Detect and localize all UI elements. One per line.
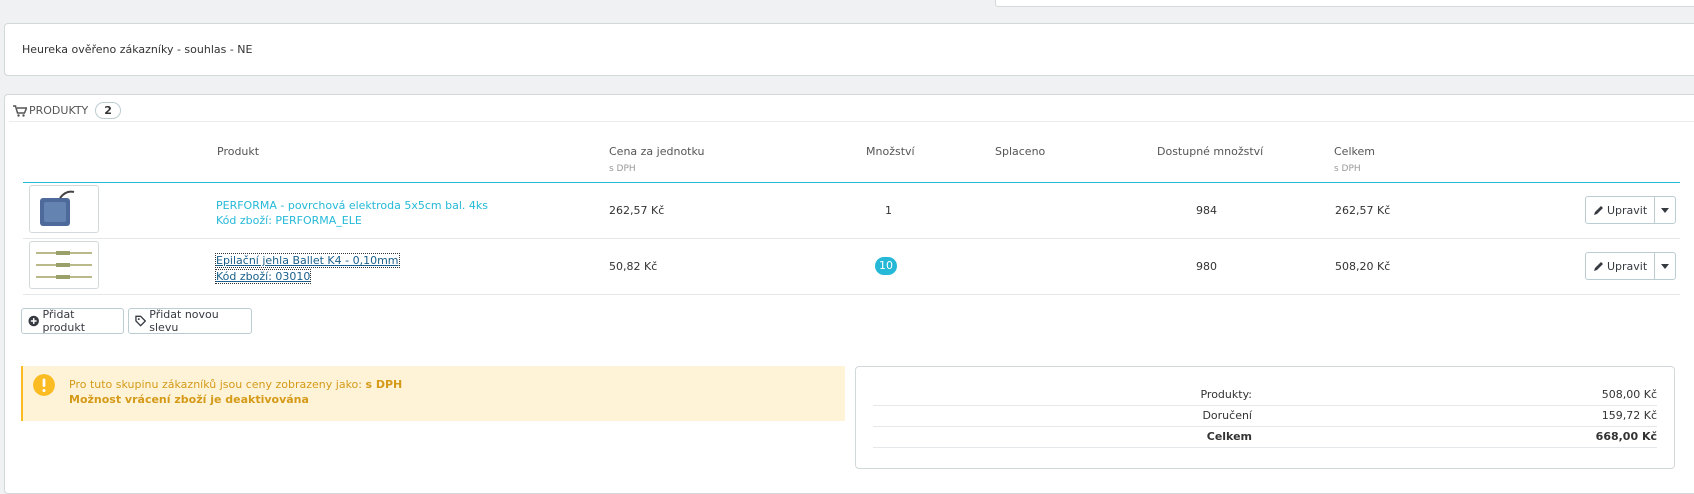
electrode-image (40, 190, 75, 226)
col-header-paid: Splaceno (995, 145, 1046, 158)
delivery-value: 159,72 Kč (1601, 409, 1657, 422)
heading-divider (9, 121, 1694, 122)
totals-row-products: Produkty: 508,00 Kč (873, 385, 1657, 406)
edit-dropdown-toggle[interactable] (1655, 197, 1675, 223)
grand-total-value: 668,00 Kč (1595, 430, 1657, 443)
total-cell: 262,57 Kč (1335, 204, 1391, 217)
col-header-total-sub: s DPH (1334, 164, 1361, 174)
row-divider (23, 294, 1680, 295)
table-row: Epilační jehla Ballet K4 - 0,10mm Kód zb… (214, 253, 400, 285)
available-cell: 980 (1196, 260, 1217, 273)
unit-price-cell: 262,57 Kč (609, 204, 665, 217)
add-product-button[interactable]: Přidat produkt (21, 308, 124, 334)
quantity-badge: 10 (875, 257, 897, 275)
col-header-unit-price: Cena za jednotku s DPH (609, 145, 705, 174)
col-header-quantity: Množství (866, 145, 915, 158)
product-name-link[interactable]: Epilační jehla Ballet K4 - 0,10mm (215, 253, 400, 268)
tags-icon (135, 315, 147, 327)
edit-button-group: Upravit (1585, 252, 1677, 280)
exclamation-icon (33, 374, 55, 396)
col-header-total: Celkem s DPH (1334, 145, 1375, 174)
total-cell: 508,20 Kč (1335, 260, 1391, 273)
heureka-panel: Heureka ověřeno zákazníky - souhlas - NE (4, 23, 1694, 76)
alert-price-mode: s DPH (365, 378, 403, 391)
cart-icon (13, 104, 27, 117)
add-discount-button[interactable]: Přidat novou slevu (128, 308, 252, 334)
totals-row-delivery: Doručení 159,72 Kč (873, 406, 1657, 427)
top-panel-edge (995, 0, 1694, 7)
needle-image (36, 251, 92, 279)
delivery-label: Doručení (1202, 409, 1252, 422)
products-count-badge: 2 (95, 102, 121, 119)
products-title: PRODUKTY (29, 104, 89, 117)
products-total-value: 508,00 Kč (1601, 388, 1657, 401)
col-header-available: Dostupné množství (1157, 145, 1264, 158)
quantity-cell: 1 (885, 204, 892, 217)
grand-total-label: Celkem (1206, 430, 1252, 443)
product-name-link[interactable]: PERFORMA - povrchová elektroda 5x5cm bal… (216, 199, 488, 212)
caret-down-icon (1661, 263, 1670, 269)
heureka-consent-text: Heureka ověřeno zákazníky - souhlas - NE (22, 43, 253, 56)
product-code-link[interactable]: Kód zboží: 03010 (214, 269, 312, 284)
table-header-border (23, 182, 1680, 183)
col-header-product: Produkt (217, 145, 260, 158)
edit-button[interactable]: Upravit (1586, 253, 1656, 279)
alert-line-2: Možnost vrácení zboží je deaktivována (69, 393, 309, 406)
caret-down-icon (1661, 207, 1670, 213)
order-totals-panel: Produkty: 508,00 Kč Doručení 159,72 Kč C… (855, 366, 1675, 469)
alert-line-1: Pro tuto skupinu zákazníků jsou ceny zob… (69, 378, 403, 391)
products-panel-heading: PRODUKTY 2 (13, 102, 121, 119)
row-divider (23, 238, 1680, 239)
edit-button[interactable]: Upravit (1586, 197, 1656, 223)
table-row: PERFORMA - povrchová elektroda 5x5cm bal… (216, 198, 488, 228)
products-total-label: Produkty: (1200, 388, 1252, 401)
available-cell: 984 (1196, 204, 1217, 217)
pencil-icon (1594, 205, 1603, 215)
product-thumbnail-needle[interactable] (29, 241, 99, 289)
pencil-icon (1594, 261, 1603, 271)
totals-row-grand: Celkem 668,00 Kč (873, 427, 1657, 448)
plus-circle-icon (28, 315, 39, 327)
product-thumbnail-electrode[interactable] (29, 185, 99, 233)
edit-button-group: Upravit (1585, 196, 1677, 224)
product-code-link[interactable]: Kód zboží: PERFORMA_ELE (216, 214, 362, 227)
edit-dropdown-toggle[interactable] (1655, 253, 1675, 279)
col-header-unit-price-sub: s DPH (609, 164, 636, 174)
unit-price-cell: 50,82 Kč (609, 260, 658, 273)
price-display-alert: Pro tuto skupinu zákazníků jsou ceny zob… (21, 366, 845, 421)
